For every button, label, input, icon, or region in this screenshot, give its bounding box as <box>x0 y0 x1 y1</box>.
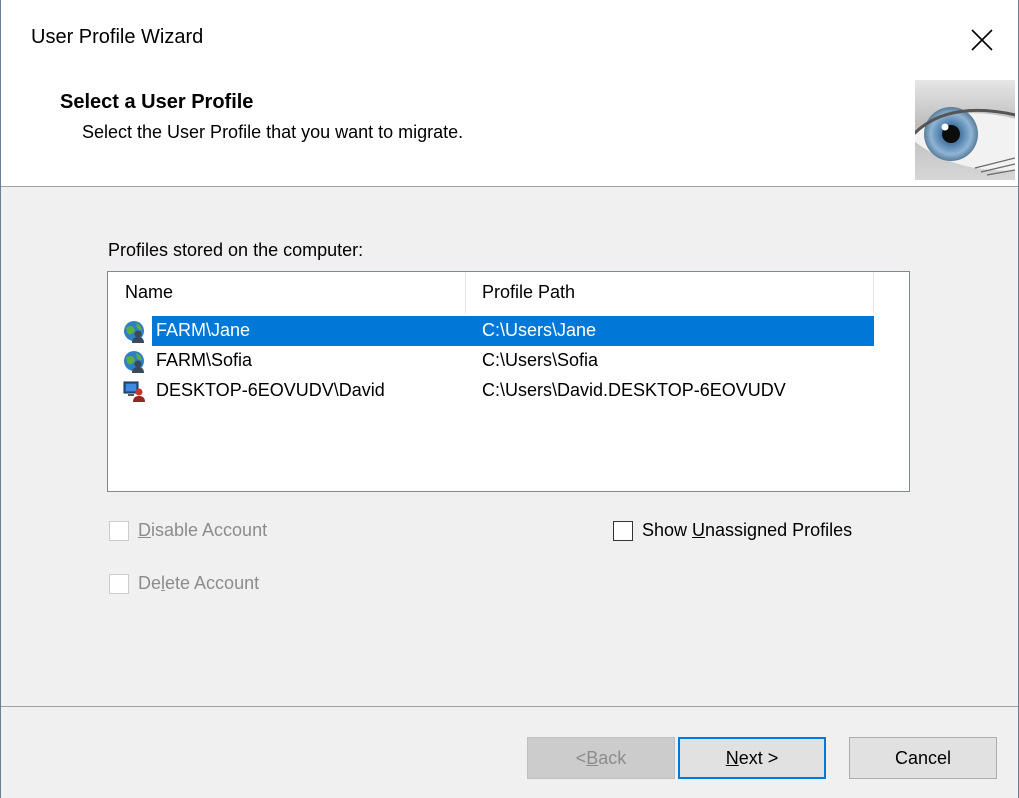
next-button[interactable]: Next > <box>678 737 826 779</box>
show-unassigned-profiles-label: Show Unassigned Profiles <box>642 520 853 540</box>
profile-path: C:\Users\Sofia <box>482 350 599 370</box>
disable-account-label: Disable Account <box>138 520 268 540</box>
column-header-profile-path[interactable]: Profile Path <box>466 272 874 313</box>
page-title: Select a User Profile <box>60 91 254 113</box>
profile-path: C:\Users\David.DESKTOP-6EOVUDV <box>482 380 786 400</box>
column-header-name[interactable]: Name <box>108 272 466 313</box>
profiles-label: Profiles stored on the computer: <box>108 240 364 260</box>
wizard-footer: < Back Next > Cancel <box>1 707 1018 798</box>
title-bar: User Profile Wizard <box>1 0 1018 80</box>
profiles-list[interactable]: Name Profile Path FARM\Jane C:\Users\Jan… <box>107 271 910 492</box>
profile-name: DESKTOP-6EOVUDV\David <box>156 380 385 400</box>
checkbox-box <box>109 573 129 594</box>
close-button[interactable] <box>946 0 1018 80</box>
page-subtitle: Select the User Profile that you want to… <box>82 122 464 142</box>
profile-name: FARM\Sofia <box>156 350 253 370</box>
window-title: User Profile Wizard <box>31 26 204 48</box>
domain-user-icon <box>124 321 144 343</box>
local-user-icon <box>123 381 145 402</box>
domain-user-icon <box>124 351 144 373</box>
user-profile-wizard-window: User Profile Wizard Select a User Profil… <box>0 0 1019 798</box>
checkbox-box <box>109 520 129 541</box>
cancel-button[interactable]: Cancel <box>849 737 997 779</box>
profile-name: FARM\Jane <box>156 320 251 340</box>
delete-account-label: Delete Account <box>138 573 260 593</box>
back-button[interactable]: < Back <box>527 737 675 779</box>
list-item[interactable]: FARM\Jane C:\Users\Jane <box>108 316 874 346</box>
list-item[interactable]: DESKTOP-6EOVUDV\David C:\Users\David.DES… <box>108 376 874 406</box>
list-header: Name Profile Path <box>108 272 874 313</box>
delete-account-checkbox[interactable]: Delete Account <box>109 573 259 594</box>
wizard-header: Select a User Profile Select the User Pr… <box>1 80 1018 186</box>
checkbox-box <box>613 520 633 541</box>
eye-icon <box>915 80 1015 180</box>
wizard-body: Profiles stored on the computer: Name Pr… <box>1 187 1018 706</box>
close-icon <box>971 29 993 51</box>
disable-account-checkbox[interactable]: Disable Account <box>109 520 267 541</box>
profile-path: C:\Users\Jane <box>482 320 597 340</box>
show-unassigned-profiles-checkbox[interactable]: Show Unassigned Profiles <box>613 520 852 541</box>
list-item[interactable]: FARM\Sofia C:\Users\Sofia <box>108 346 874 376</box>
